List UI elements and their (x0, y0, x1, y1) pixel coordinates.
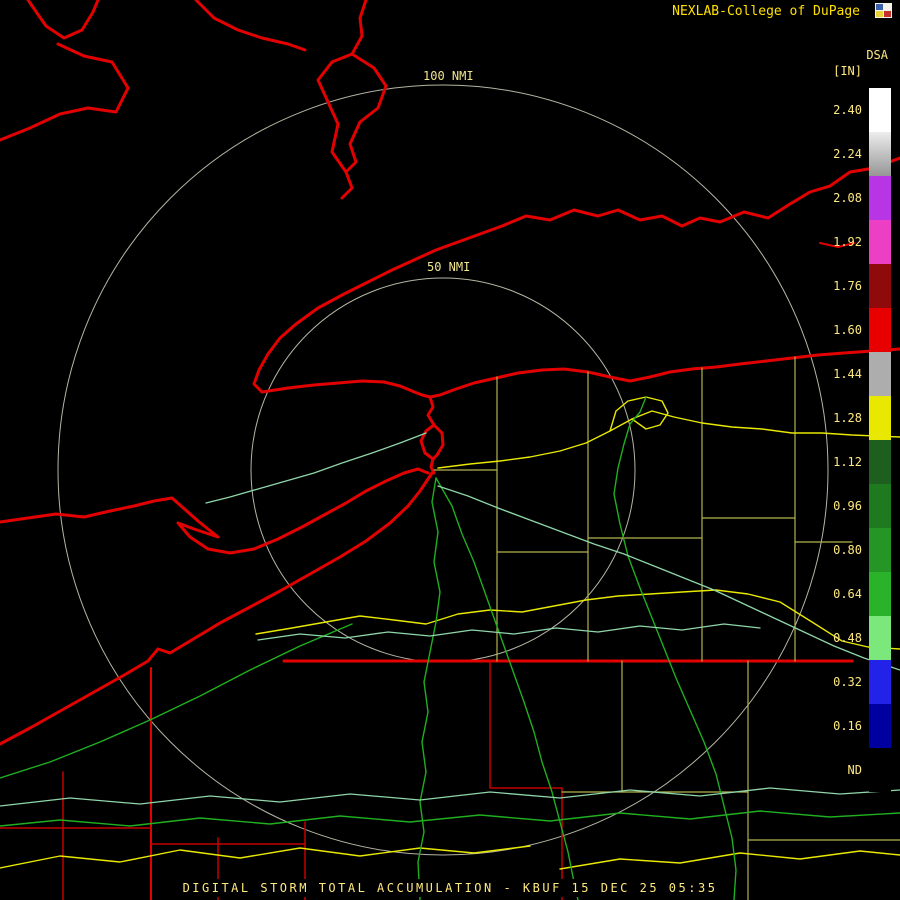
brand-title: NEXLAB-College of DuPage (672, 4, 860, 19)
highway-us219 (417, 477, 441, 900)
highway-mint-bottom (0, 787, 900, 807)
caption-bar: DIGITAL STORM TOTAL ACCUMULATION - KBUF … (0, 877, 900, 897)
colorbar-segment-1.12 (869, 440, 891, 484)
colorbar-segment-0.48 (869, 616, 891, 660)
colorbar-tick-0.32: 0.32 (833, 675, 862, 689)
colorbar-segment-1.76 (869, 264, 891, 308)
colorbar-segment-2.24 (869, 132, 891, 176)
radar-map (0, 0, 900, 900)
colorbar-tick-0.64: 0.64 (833, 587, 862, 601)
highway-pa-i90 (0, 623, 353, 779)
colorbar-segment-1.28 (869, 396, 891, 440)
highway-bottom-right (559, 850, 900, 870)
highway-i86 (255, 589, 900, 650)
range-ring-label-50nmi: 50 NMI (424, 260, 474, 274)
colorbar-segment-0.32 (869, 660, 891, 704)
highway-niagara-peninsula (205, 432, 427, 504)
colorbar-tick-1.28: 1.28 (833, 411, 862, 425)
ontario-shoreline-fragment (194, 0, 307, 52)
colorbar-tick-0.48: 0.48 (833, 631, 862, 645)
colorbar-segment-2.40 (869, 88, 891, 132)
niagara-river (419, 395, 436, 475)
radar-display: 100 NMI 50 NMI NEXLAB-College of DuPage … (0, 0, 900, 900)
colorbar-segment-1.44 (869, 352, 891, 396)
colorbar-labels: 2.40 2.24 2.08 1.92 1.76 1.60 1.44 1.28 1.12 0.96… (833, 88, 862, 792)
colorbar-segment-1.92 (869, 220, 891, 264)
colorbar-segment-0.96 (869, 484, 891, 528)
cod-logo-icon (875, 3, 892, 18)
lake-simcoe-outline (316, 52, 388, 174)
colorbar-tick-0.80: 0.80 (833, 543, 862, 557)
highway-thruway (437, 410, 900, 469)
colorbar-tick-2.24: 2.24 (833, 147, 862, 161)
shorelines-and-borders (0, 0, 900, 900)
colorbar-tick-1.92: 1.92 (833, 235, 862, 249)
colorbar-tick-1.44: 1.44 (833, 367, 862, 381)
grand-island-channel (431, 423, 445, 461)
product-code-label: DSA (866, 48, 888, 62)
colorbar-segment-0.16 (869, 704, 891, 748)
caption-text: DIGITAL STORM TOTAL ACCUMULATION - KBUF … (174, 879, 726, 897)
highway-mint-east (437, 485, 900, 671)
colorbar-tick-2.40: 2.40 (833, 103, 862, 117)
lake-simcoe-tail (340, 170, 354, 200)
colorbar-segment-0.80 (869, 528, 891, 572)
highway-bottom-left (0, 845, 531, 869)
highway-bottom-green (0, 810, 900, 827)
colorbar-segment-1.60 (869, 308, 891, 352)
colorbar-tick-1.12: 1.12 (833, 455, 862, 469)
highway-se-diagonal (435, 477, 579, 900)
colorbar-swatches (869, 88, 891, 792)
colorbar-segment-0.64 (869, 572, 891, 616)
colorbar-segment-ND (869, 748, 891, 792)
range-ring-label-100nmi: 100 NMI (420, 69, 477, 83)
lake-simcoe-connector (350, 0, 368, 56)
colorbar-tick-1.60: 1.60 (833, 323, 862, 337)
highways (0, 396, 900, 900)
highway-right-vertical (613, 396, 737, 900)
colorbar-segment-2.08 (869, 176, 891, 220)
lake-ontario-south-shore (260, 347, 900, 399)
colorbar-tick-2.08: 2.08 (833, 191, 862, 205)
georgian-bay-shoreline (26, 0, 100, 40)
product-units-label: [IN] (833, 64, 862, 78)
colorbar-tick-0.96: 0.96 (833, 499, 862, 513)
colorbar-tick-1.76: 1.76 (833, 279, 862, 293)
georgian-bay-shoreline-2 (0, 42, 130, 142)
county-line-red-6 (489, 660, 563, 900)
colorbar-tick-ND: ND (847, 763, 862, 777)
colorbar-tick-0.16: 0.16 (833, 719, 862, 733)
